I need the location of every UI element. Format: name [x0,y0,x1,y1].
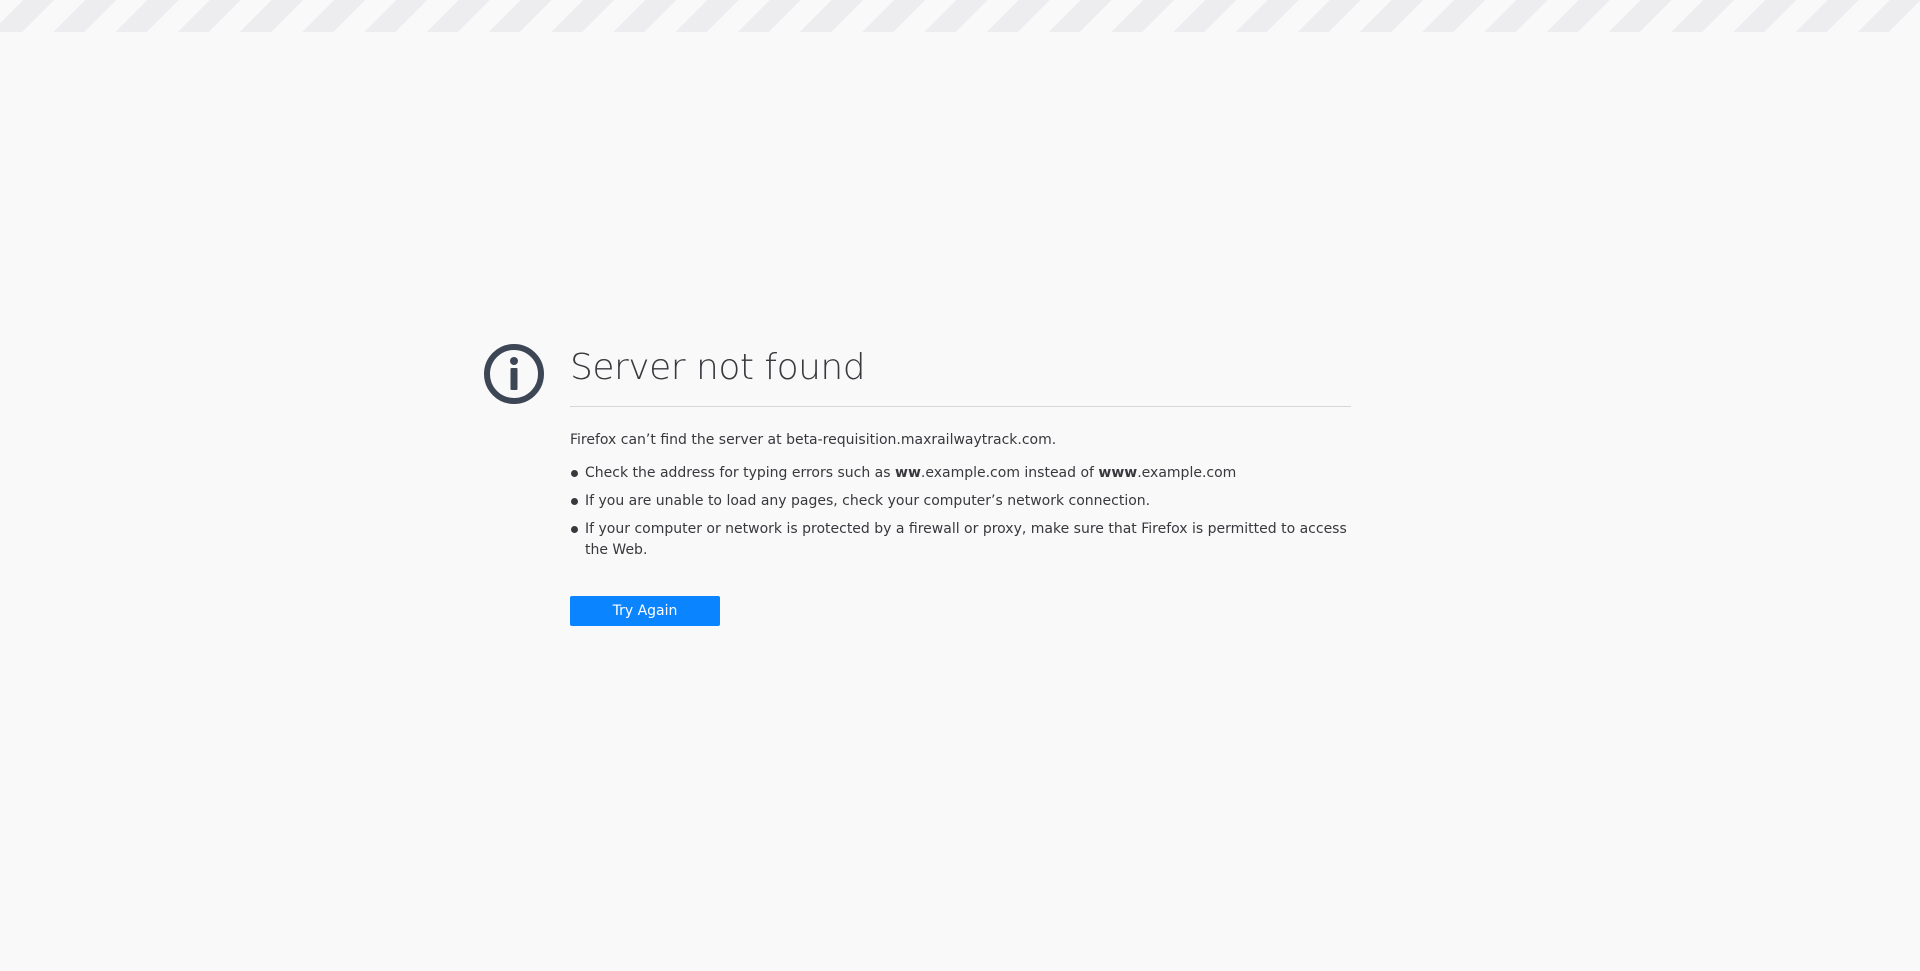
bullet-icon [571,498,578,505]
error-content: Server not found Firefox can’t find the … [570,340,1351,626]
bullet-icon [571,526,578,533]
suggestion-text: .example.com instead of [920,465,1099,481]
suggestion-text: If you are unable to load any pages, che… [585,493,1151,509]
list-item: Check the address for typing errors such… [570,463,1351,484]
top-stripe-bar [0,0,1920,32]
suggestion-bold-text: www [1098,465,1138,481]
suggestion-bold-text: ww [895,465,921,481]
info-icon [484,344,544,404]
suggestion-text: Check the address for typing errors such… [585,465,896,481]
error-description: Firefox can’t find the server at beta-re… [570,432,1057,448]
page-title: Server not found [570,340,1351,407]
suggestion-text: .example.com [1137,465,1237,481]
suggestions-list: Check the address for typing errors such… [570,463,1351,561]
try-again-button[interactable]: Try Again [570,596,720,626]
bullet-icon [571,470,578,477]
list-item: If your computer or network is protected… [570,519,1351,561]
list-item: If you are unable to load any pages, che… [570,491,1351,512]
suggestion-text: If your computer or network is protected… [585,521,1347,558]
